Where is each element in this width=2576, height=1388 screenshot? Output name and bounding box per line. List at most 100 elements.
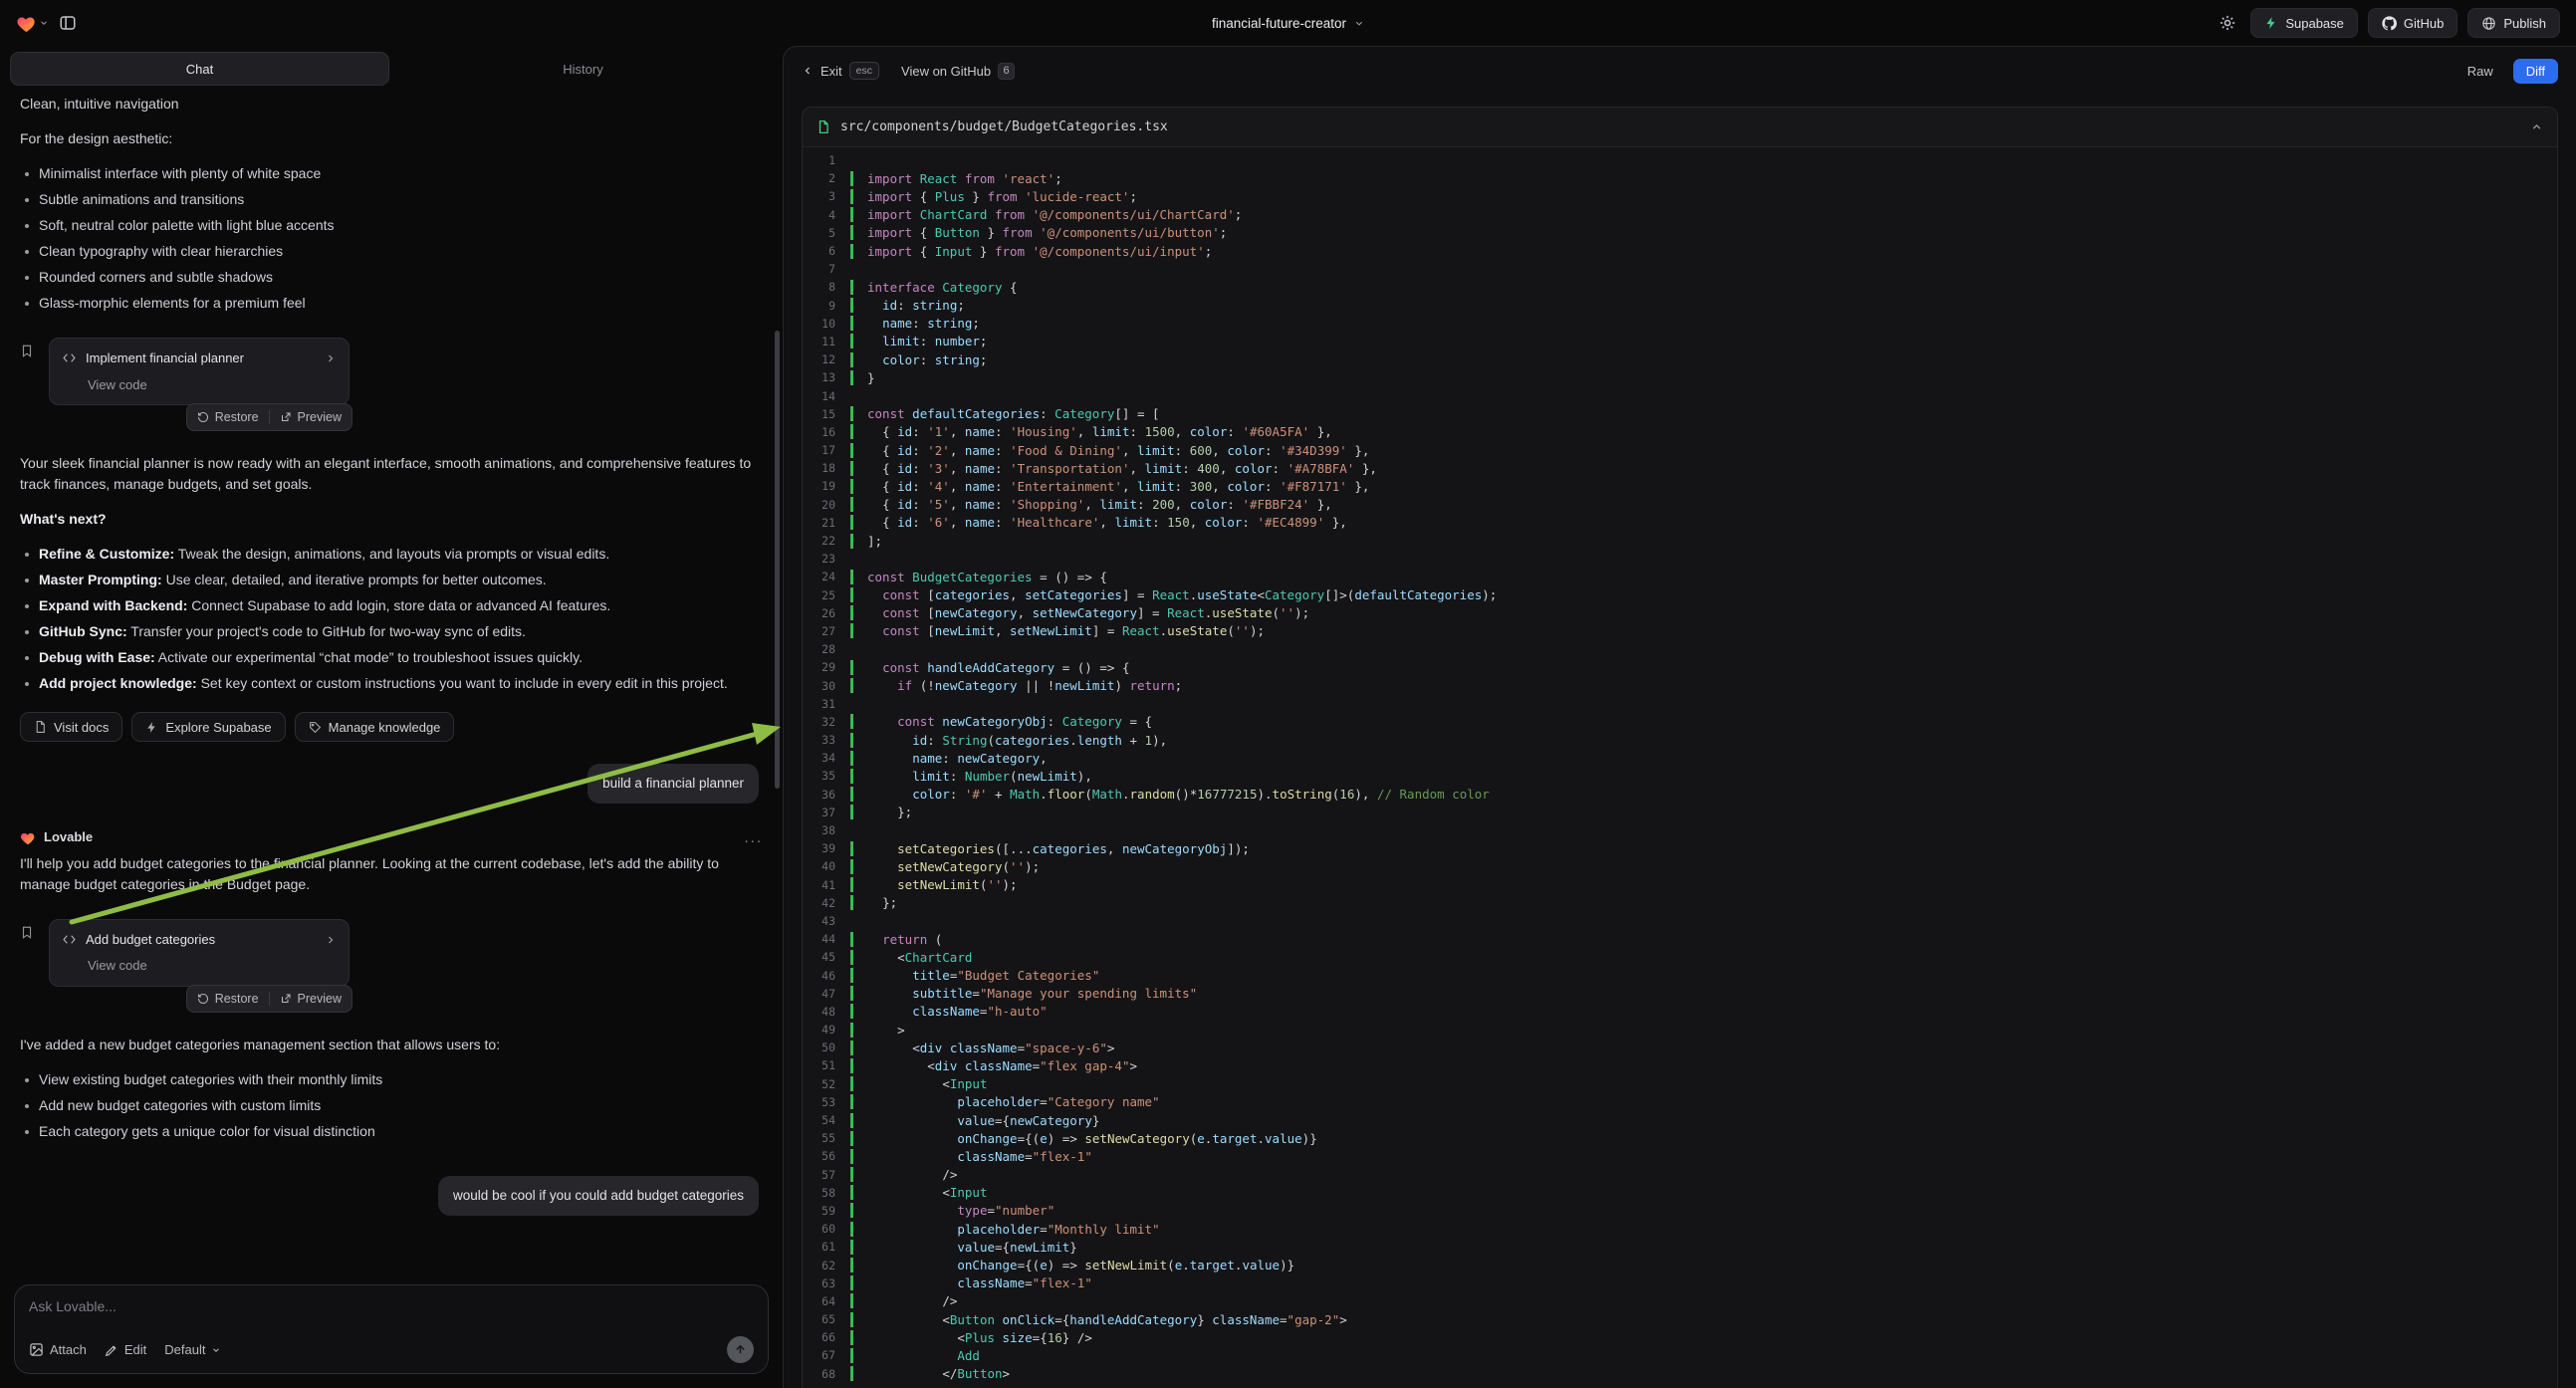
code-text: if (!newCategory || !newLimit) return;: [850, 678, 2557, 693]
code-text: <Input: [850, 1076, 2557, 1091]
line-number: 27: [803, 624, 850, 638]
code-text: onChange={(e) => setNewLimit(e.target.va…: [850, 1258, 2557, 1272]
attach-button[interactable]: Attach: [29, 1342, 87, 1357]
edit-button[interactable]: Edit: [105, 1342, 146, 1357]
line-number: 14: [803, 389, 850, 403]
tab-history[interactable]: History: [393, 52, 773, 86]
bookmark-icon[interactable]: [20, 925, 34, 940]
sidebar-toggle-button[interactable]: [59, 14, 77, 32]
supabase-button[interactable]: Supabase: [2250, 8, 2358, 38]
preview-button[interactable]: Preview: [280, 992, 342, 1006]
list-item: Add new budget categories with custom li…: [20, 1095, 763, 1116]
topbar-left: [16, 14, 77, 33]
code-lines[interactable]: 12import React from 'react';3import { Pl…: [803, 147, 2557, 1388]
view-on-github-button[interactable]: View on GitHub 6: [901, 63, 1015, 80]
chat-input[interactable]: [29, 1298, 754, 1314]
settings-button[interactable]: [2219, 14, 2236, 32]
attach-label: Attach: [50, 1342, 87, 1357]
mode-selector[interactable]: Default: [164, 1342, 221, 1357]
line-number: 50: [803, 1041, 850, 1054]
line-number: 21: [803, 516, 850, 530]
code-text: };: [850, 805, 2557, 819]
code-text: <ChartCard: [850, 950, 2557, 965]
line-number: 18: [803, 461, 850, 475]
code-text: className="flex-1": [850, 1149, 2557, 1164]
code-text: <Input: [850, 1185, 2557, 1200]
code-line: 33 id: String(categories.length + 1),: [803, 731, 2557, 749]
restore-label: Restore: [215, 410, 259, 424]
line-number: 40: [803, 859, 850, 873]
line-number: 5: [803, 226, 850, 240]
code-text: <Plus size={16} />: [850, 1330, 2557, 1345]
code-line: 7: [803, 260, 2557, 278]
explore-supabase-button[interactable]: Explore Supabase: [131, 712, 285, 742]
design-bullet-list: Minimalist interface with plenty of whit…: [20, 163, 763, 314]
restore-icon: [197, 411, 209, 423]
supabase-icon: [2264, 16, 2278, 30]
line-number: 23: [803, 552, 850, 566]
code-line: 60 placeholder="Monthly limit": [803, 1220, 2557, 1238]
preview-button[interactable]: Preview: [280, 410, 342, 424]
line-number: 57: [803, 1168, 850, 1182]
bookmark-icon[interactable]: [20, 344, 34, 358]
list-item: Add project knowledge: Set key context o…: [20, 673, 763, 694]
heart-icon: [20, 830, 36, 845]
code-line: 52 <Input: [803, 1075, 2557, 1093]
code-text: name: newCategory,: [850, 751, 2557, 766]
code-text: import React from 'react';: [850, 171, 2557, 186]
tab-chat[interactable]: Chat: [10, 52, 389, 86]
assistant-name: Lovable: [44, 827, 93, 847]
code-text: setCategories([...categories, newCategor…: [850, 841, 2557, 856]
more-options-button[interactable]: ...: [744, 829, 763, 846]
line-number: 19: [803, 479, 850, 493]
list-item: Refine & Customize: Tweak the design, an…: [20, 544, 763, 565]
code-panel-header: Exit esc View on GitHub 6 Raw Diff: [784, 47, 2576, 95]
code-text: const BudgetCategories = () => {: [850, 570, 2557, 584]
line-number: 24: [803, 570, 850, 583]
diff-toggle-button[interactable]: Diff: [2513, 59, 2558, 84]
file-header[interactable]: src/components/budget/BudgetCategories.t…: [803, 108, 2557, 147]
chat-tabs: Chat History: [10, 52, 773, 86]
lovable-logo-button[interactable]: [16, 14, 49, 33]
code-line: 10 name: string;: [803, 315, 2557, 333]
view-code-link[interactable]: View code: [62, 375, 337, 395]
code-line: 62 onChange={(e) => setNewLimit(e.target…: [803, 1256, 2557, 1273]
list-item: Debug with Ease: Activate our experiment…: [20, 647, 763, 668]
code-text: className="h-auto": [850, 1004, 2557, 1019]
project-title-button[interactable]: financial-future-creator: [1212, 16, 1364, 31]
assistant-paragraph: I'll help you add budget categories to t…: [20, 853, 763, 895]
code-text: const [categories, setCategories] = Reac…: [850, 587, 2557, 602]
tool-block-1: Implement financial planner View code Re…: [20, 338, 763, 405]
line-number: 35: [803, 769, 850, 783]
restore-label: Restore: [215, 992, 259, 1006]
send-button[interactable]: [727, 1336, 754, 1363]
restore-button[interactable]: Restore: [197, 992, 259, 1006]
line-number: 68: [803, 1367, 850, 1381]
exit-button[interactable]: Exit esc: [802, 62, 879, 80]
restore-button[interactable]: Restore: [197, 410, 259, 424]
manage-knowledge-button[interactable]: Manage knowledge: [295, 712, 455, 742]
tool-card-add-budget-categories[interactable]: Add budget categories View code Restore: [49, 919, 350, 987]
view-code-link[interactable]: View code: [62, 956, 337, 976]
code-line: 65 <Button onClick={handleAddCategory} c…: [803, 1310, 2557, 1328]
list-item: Subtle animations and transitions: [20, 189, 763, 210]
code-text: ];: [850, 534, 2557, 549]
line-number: 45: [803, 950, 850, 964]
code-line: 43: [803, 912, 2557, 930]
publish-button[interactable]: Publish: [2467, 8, 2560, 38]
tool-card-implement-financial-planner[interactable]: Implement financial planner View code Re…: [49, 338, 350, 405]
code-line: 16 { id: '1', name: 'Housing', limit: 15…: [803, 423, 2557, 441]
chat-message-list[interactable]: Clean, intuitive navigation For the desi…: [0, 88, 783, 1274]
visit-docs-button[interactable]: Visit docs: [20, 712, 122, 742]
chat-scrollbar[interactable]: [775, 331, 780, 789]
code-text: value={newLimit}: [850, 1240, 2557, 1255]
collapse-file-button[interactable]: [2530, 120, 2543, 133]
raw-toggle-button[interactable]: Raw: [2456, 59, 2505, 84]
code-line: 13}: [803, 368, 2557, 386]
code-text: color: string;: [850, 352, 2557, 367]
code-line: 8interface Category {: [803, 278, 2557, 296]
github-button[interactable]: GitHub: [2368, 8, 2458, 38]
line-number: 48: [803, 1005, 850, 1019]
code-text: <div className="space-y-6">: [850, 1041, 2557, 1055]
tool-card-header: Implement financial planner: [62, 348, 337, 368]
